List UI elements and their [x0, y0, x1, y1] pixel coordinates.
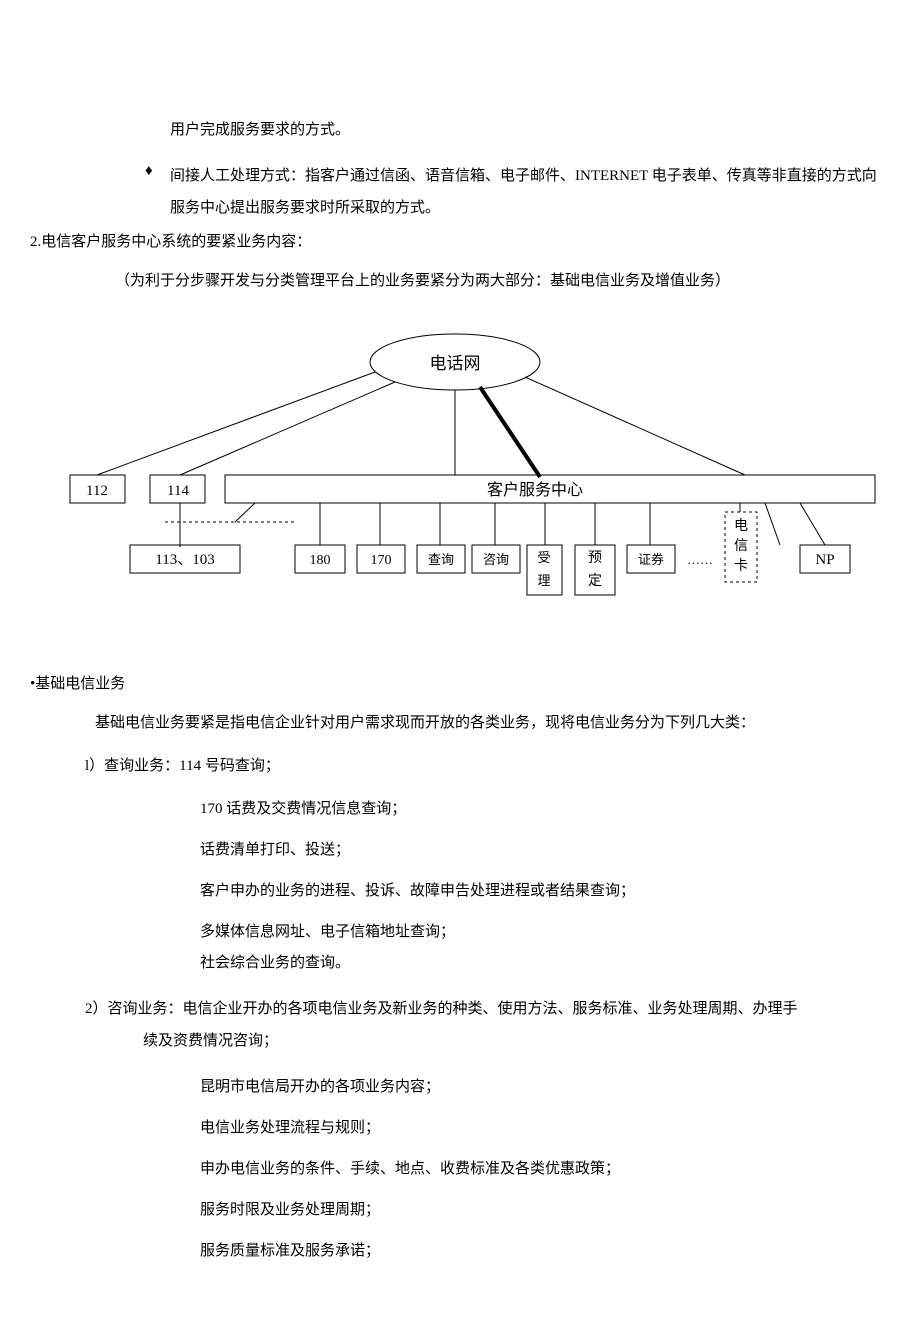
q2-item-4: 服务质量标准及服务承诺；: [30, 1241, 890, 1262]
diagram: 电话网 112 114 客户服务中心 113、103 180 170 查询: [30, 317, 890, 614]
label-card2: 信: [734, 538, 748, 554]
q1-item-1: 话费清单打印、投送；: [30, 840, 890, 861]
para-top: 用户完成服务要求的方式。: [30, 120, 890, 141]
label-accept-b: 理: [537, 573, 550, 588]
q2-item-3: 服务时限及业务处理周期；: [30, 1200, 890, 1221]
consult-head-b: 续及资费情况咨询；: [85, 1026, 278, 1058]
label-170: 170: [371, 553, 392, 568]
diagram-svg: 电话网 112 114 客户服务中心 113、103 180 170 查询: [65, 327, 885, 607]
l10: [765, 503, 780, 545]
bullet-text: 间接人工处理方式：指客户通过信函、语音信箱、电子邮件、INTERNET 电子表单…: [170, 161, 890, 224]
label-stock: 证券: [638, 552, 664, 567]
label-113: 113、103: [155, 552, 214, 568]
q2-item-0: 昆明市电信局开办的各项业务内容；: [30, 1077, 890, 1098]
q1-item-4: 社会综合业务的查询。: [30, 953, 890, 974]
consult-head: 2）咨询业务：电信企业开办的各项电信业务及新业务的种类、使用方法、服务标准、业务…: [30, 994, 890, 1057]
label-114: 114: [167, 483, 189, 499]
q1-item-2: 客户申办的业务的进程、投诉、故障申告处理进程或者结果查询；: [30, 881, 890, 902]
q2-item-2: 申办电信业务的条件、手续、地点、收费标准及各类优惠政策；: [30, 1159, 890, 1180]
line-to-csc-thick: [480, 387, 540, 477]
section2-sub: （为利于分步骤开发与分类管理平台上的业务要紧分为两大部分：基础电信业务及增值业务…: [30, 271, 890, 292]
query-head: l）查询业务：114 号码查询；: [30, 756, 890, 777]
label-accept-a: 受: [537, 550, 550, 565]
label-query: 查询: [428, 552, 454, 567]
basic-desc: 基础电信业务要紧是指电信企业针对用户需求现而开放的各类业务，现将电信业务分为下列…: [30, 713, 890, 734]
q2-item-1: 电信业务处理流程与规则；: [30, 1118, 890, 1139]
q1-item-3: 多媒体信息网址、电子信箱地址查询；: [30, 922, 890, 943]
label-consult: 咨询: [483, 552, 509, 567]
label-card3: 卡: [734, 558, 748, 574]
label-112: 112: [86, 483, 108, 499]
label-csc: 客户服务中心: [487, 481, 583, 499]
label-dots: ……: [687, 552, 713, 567]
q1-item-0: 170 话费及交费情况信息查询；: [30, 799, 890, 820]
line-to-112: [97, 372, 375, 475]
label-180: 180: [310, 553, 331, 568]
section2-title: 2.电信客户服务中心系统的要紧业务内容：: [30, 232, 890, 253]
diamond-icon: ♦: [145, 161, 170, 224]
line-to-114: [180, 382, 395, 475]
line-to-right: [525, 377, 745, 475]
label-reserve-b: 定: [588, 573, 602, 589]
label-np: NP: [815, 552, 834, 568]
label-reserve-a: 预: [588, 550, 602, 566]
consult-head-a: 2）咨询业务：电信企业开办的各项电信业务及新业务的种类、使用方法、服务标准、业务…: [85, 1001, 798, 1017]
l9: [800, 503, 825, 545]
l-csc-a: [235, 503, 255, 522]
label-phone-net: 电话网: [430, 354, 481, 373]
basic-title: •基础电信业务: [30, 674, 890, 695]
bullet-indirect: ♦ 间接人工处理方式：指客户通过信函、语音信箱、电子邮件、INTERNET 电子…: [30, 161, 890, 224]
label-card1: 电: [734, 518, 748, 534]
